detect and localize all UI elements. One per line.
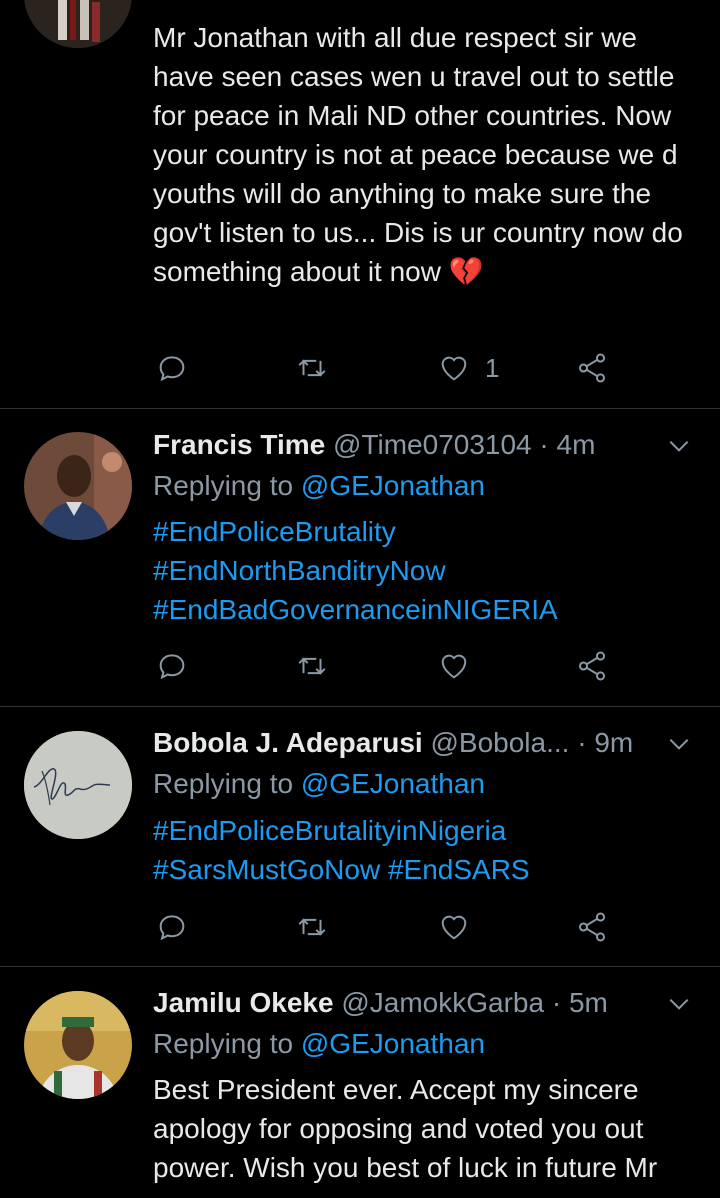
share-icon (575, 351, 609, 385)
timestamp[interactable]: 4m (557, 429, 596, 460)
heart-icon (437, 351, 471, 385)
reply-icon (155, 910, 189, 944)
tweet-1[interactable]: Mr Jonathan with all due respect sir we … (0, 0, 720, 408)
chevron-down-icon[interactable] (666, 433, 692, 459)
replying-to: Replying to @GEJonathan (153, 470, 485, 501)
retweet-button[interactable] (295, 646, 329, 686)
mention-link[interactable]: @GEJonathan (301, 768, 485, 799)
share-icon (575, 910, 609, 944)
replying-to: Replying to @GEJonathan (153, 768, 485, 799)
replying-to: Replying to @GEJonathan (153, 1028, 485, 1059)
like-button[interactable] (437, 646, 471, 686)
author-name[interactable]: Jamilu Okeke (153, 987, 334, 1018)
share-button[interactable] (575, 646, 609, 686)
retweet-button[interactable] (295, 907, 329, 947)
tweet-3[interactable]: Bobola J. Adeparusi @Bobola... · 9m Repl… (0, 707, 720, 966)
hashtag-link[interactable]: #EndSARS (388, 854, 530, 885)
mention-link[interactable]: @GEJonathan (301, 1028, 485, 1059)
tweet-text: #EndPoliceBrutality #EndNorthBanditryNow… (153, 512, 698, 629)
hashtag-link[interactable]: #SarsMustGoNow (153, 854, 380, 885)
hashtag-link[interactable]: #EndBadGovernanceinNIGERIA (153, 590, 698, 629)
share-button[interactable] (575, 348, 609, 388)
chevron-down-icon[interactable] (666, 731, 692, 757)
separator: · (577, 727, 587, 758)
tweet-text: Best President ever. Accept my sincere a… (153, 1074, 658, 1183)
tweet-header: Jamilu Okeke @JamokkGarba · 5m (153, 987, 608, 1019)
timestamp[interactable]: 9m (594, 727, 633, 758)
reply-button[interactable] (155, 646, 189, 686)
like-count: 1 (485, 352, 500, 383)
tweet-2[interactable]: Francis Time @Time0703104 · 4m Replying … (0, 409, 720, 706)
tweet-text: Mr Jonathan with all due respect sir we … (153, 22, 683, 287)
tweet-header: Bobola J. Adeparusi @Bobola... · 9m (153, 727, 633, 759)
author-handle[interactable]: @Bobola... (430, 727, 569, 758)
reply-button[interactable] (155, 348, 189, 388)
avatar[interactable] (24, 0, 132, 48)
reply-icon (155, 649, 189, 683)
hashtag-link[interactable]: #EndPoliceBrutalityinNigeria (153, 811, 698, 850)
author-handle[interactable]: @JamokkGarba (341, 987, 544, 1018)
broken-heart-emoji: 💔 (448, 256, 484, 287)
separator: · (539, 429, 549, 460)
retweet-icon (295, 649, 329, 683)
retweet-icon (295, 910, 329, 944)
separator: · (551, 987, 562, 1018)
reply-button[interactable] (155, 907, 189, 947)
avatar[interactable] (24, 731, 132, 839)
reply-icon (155, 351, 189, 385)
hashtag-link[interactable]: #EndPoliceBrutality (153, 512, 698, 551)
tweet-header: Francis Time @Time0703104 · 4m (153, 429, 595, 461)
share-icon (575, 649, 609, 683)
like-button[interactable]: 1 (437, 348, 499, 388)
tweet-text: #EndPoliceBrutalityinNigeria #SarsMustGo… (153, 811, 698, 889)
author-name[interactable]: Bobola J. Adeparusi (153, 727, 423, 758)
heart-icon (437, 910, 471, 944)
like-button[interactable] (437, 907, 471, 947)
hashtag-link[interactable]: #EndNorthBanditryNow (153, 551, 698, 590)
mention-link[interactable]: @GEJonathan (301, 470, 485, 501)
author-handle[interactable]: @Time0703104 (333, 429, 532, 460)
timestamp[interactable]: 5m (569, 987, 608, 1018)
chevron-down-icon[interactable] (666, 991, 692, 1017)
share-button[interactable] (575, 907, 609, 947)
avatar[interactable] (24, 432, 132, 540)
retweet-button[interactable] (295, 348, 329, 388)
retweet-icon (295, 351, 329, 385)
tweet-4[interactable]: Jamilu Okeke @JamokkGarba · 5m Replying … (0, 967, 720, 1198)
author-name[interactable]: Francis Time (153, 429, 325, 460)
avatar[interactable] (24, 991, 132, 1099)
heart-icon (437, 649, 471, 683)
